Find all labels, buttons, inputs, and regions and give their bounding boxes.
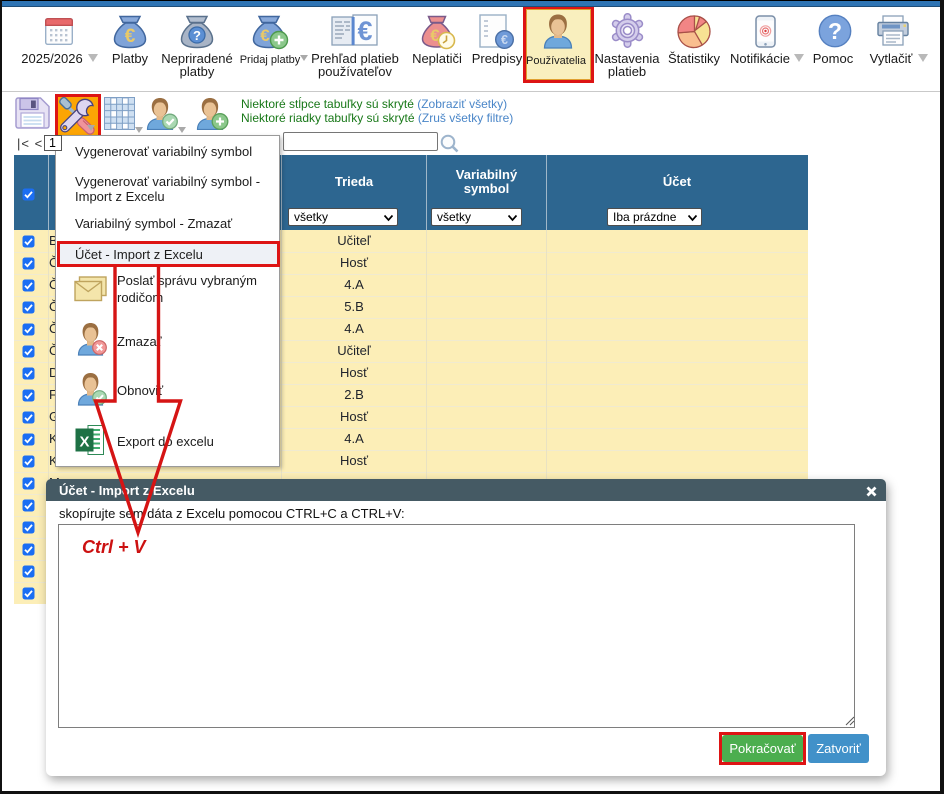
svg-text:€: € — [125, 26, 136, 47]
svg-text:€: € — [501, 33, 508, 47]
svg-text:?: ? — [828, 18, 842, 44]
svg-text:?: ? — [193, 28, 201, 43]
svg-text:€: € — [260, 26, 270, 45]
svg-text:€: € — [357, 16, 372, 46]
svg-text:X: X — [79, 434, 89, 451]
